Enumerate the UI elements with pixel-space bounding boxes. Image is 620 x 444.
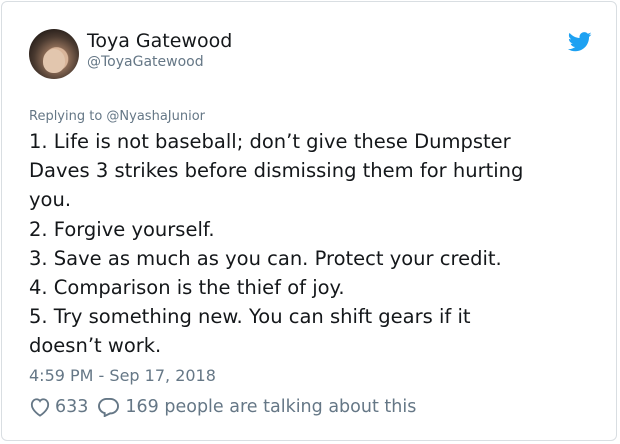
tweet-line: 1. Life is not baseball; don’t give thes… bbox=[29, 130, 511, 153]
twitter-bird-icon[interactable] bbox=[568, 32, 592, 52]
tweet-card: Toya Gatewood @ToyaGatewood Replying to … bbox=[1, 1, 617, 441]
author-handle[interactable]: @ToyaGatewood bbox=[87, 54, 204, 70]
reply-context[interactable]: Replying to @NyashaJunior bbox=[29, 109, 205, 124]
tweet-line: 2. Forgive yourself. bbox=[29, 217, 215, 241]
timestamp[interactable]: 4:59 PM - Sep 17, 2018 bbox=[29, 366, 216, 385]
tweet-line: you. bbox=[29, 188, 72, 212]
tweet-line: doesn’t work. bbox=[29, 334, 162, 358]
tweet-text: 1. Life is not baseball; don’t give thes… bbox=[29, 127, 599, 361]
heart-icon[interactable] bbox=[29, 397, 51, 417]
tweet-line: 4. Comparison is the thief of joy. bbox=[29, 276, 345, 300]
author-name[interactable]: Toya Gatewood bbox=[87, 30, 232, 52]
engagement-stats: 633 169 people are talking about this bbox=[29, 397, 416, 417]
comment-icon[interactable] bbox=[98, 397, 120, 417]
avatar[interactable] bbox=[29, 29, 79, 79]
tweet-line: 5. Try something new. You can shift gear… bbox=[29, 305, 471, 329]
conversation-count[interactable]: 169 people are talking about this bbox=[125, 397, 416, 417]
tweet-line: Daves 3 strikes before dismissing them f… bbox=[29, 159, 524, 183]
tweet-line: 3. Save as much as you can. Protect your… bbox=[29, 246, 502, 270]
like-count[interactable]: 633 bbox=[55, 397, 88, 417]
